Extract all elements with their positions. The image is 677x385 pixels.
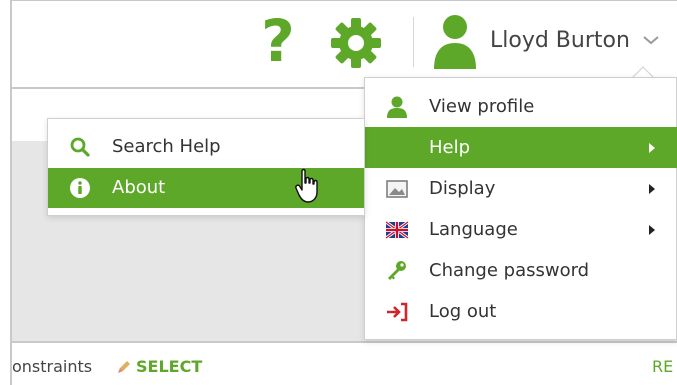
menu-item-language[interactable]: Language (365, 209, 677, 250)
help-icon[interactable]: ? (256, 9, 300, 73)
menu-item-label: Display (429, 178, 496, 199)
gear-icon[interactable] (330, 17, 382, 69)
hand-cursor-icon (295, 168, 318, 203)
avatar[interactable] (430, 13, 480, 69)
pencil-icon (118, 361, 130, 373)
menu-item-label: Change password (429, 260, 590, 281)
menu-item-log-out[interactable]: Log out (365, 291, 677, 332)
right-link[interactable]: RE (652, 356, 673, 378)
key-icon (388, 261, 406, 280)
content-footer (12, 341, 677, 385)
uk-flag-icon (385, 220, 409, 240)
chevron-right-icon (649, 184, 655, 194)
submenu-item-search-help[interactable]: Search Help (48, 127, 364, 167)
menu-item-help[interactable]: Help (365, 127, 677, 168)
user-name[interactable]: Lloyd Burton (490, 25, 630, 57)
chevron-down-icon[interactable] (642, 33, 660, 47)
user-menu: View profile Help Display Language Chang… (364, 77, 677, 340)
menu-item-view-profile[interactable]: View profile (365, 86, 677, 127)
search-icon (70, 137, 90, 157)
menu-item-label: View profile (429, 96, 535, 117)
chevron-right-icon (649, 143, 655, 153)
menu-item-label: Language (429, 219, 518, 240)
logout-icon (387, 302, 408, 322)
chevron-right-icon (649, 225, 655, 235)
submenu-item-label: Search Help (112, 136, 221, 157)
submenu-item-label: About (112, 177, 166, 198)
header-divider (413, 17, 414, 67)
info-icon (70, 178, 90, 198)
menu-item-change-password[interactable]: Change password (365, 250, 677, 291)
constraints-label: onstraints (12, 357, 93, 376)
select-link[interactable]: SELECT (136, 356, 202, 378)
menu-item-display[interactable]: Display (365, 168, 677, 209)
user-icon (387, 96, 407, 118)
menu-item-label: Log out (429, 301, 497, 322)
menu-item-label: Help (429, 137, 471, 158)
display-icon (386, 180, 408, 198)
